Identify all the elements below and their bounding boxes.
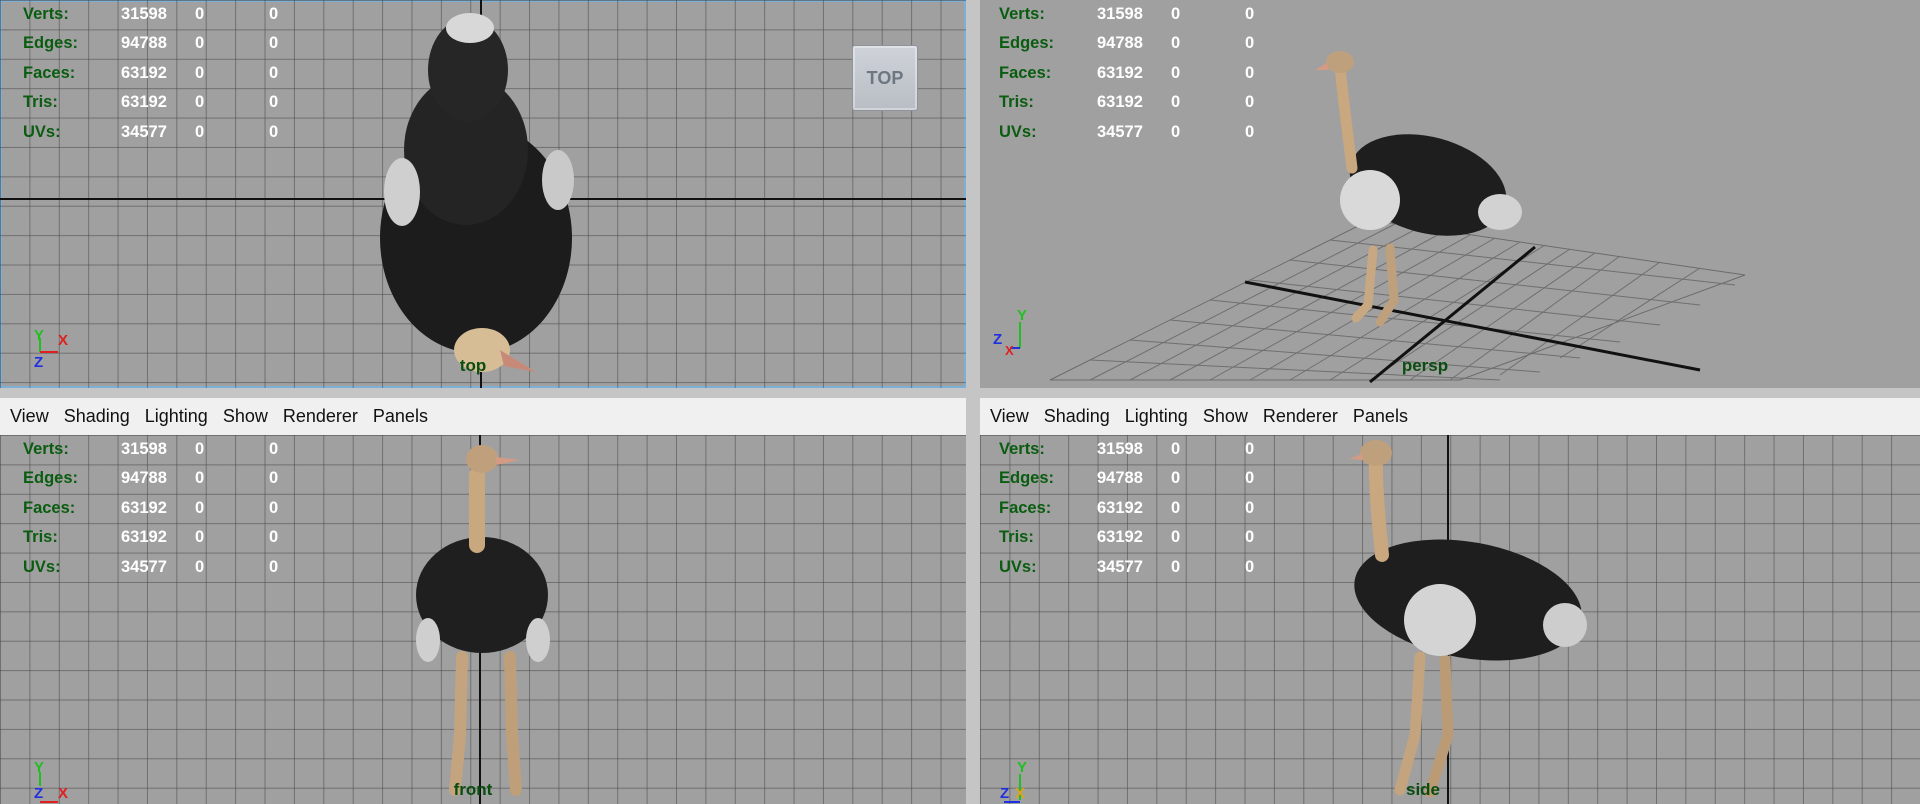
menu-view[interactable]: View [0,406,49,427]
hud-row-uvs: UVs: 34577 0 0 [999,557,1255,576]
panel-menu-bar: View Shading Lighting Show Renderer Pane… [980,398,1920,436]
poly-count-hud: Verts: 31598 0 0 Edges: 94788 0 0 Faces: 63192 0… [980,0,1285,147]
hud-row-verts: Verts: 31598 0 0 [999,440,1255,458]
menu-renderer[interactable]: Renderer [1253,406,1338,427]
camera-name-label: top [459,356,487,375]
viewport-top[interactable]: TOP Y X Z Verts: 31598 0 0 Edges: 94788 0 0 Fa… [0,0,966,388]
viewport-front[interactable]: Y Z X Verts: 31598 0 0 Edges: 94788 0 0 Faces:… [0,435,966,804]
gizmo-x-label: X [58,332,68,349]
poly-count-hud: Verts: 31598 0 0 Edges: 94788 0 0 Faces: 63192 0… [0,435,309,582]
hud-row-edges: Edges: 94788 0 0 [23,34,279,53]
hud-row-tris: Tris: 63192 0 0 [999,93,1255,112]
viewport-panel-persp[interactable]: Y Z X Verts: 31598 0 0 Edges: 94788 0 0 Faces:… [980,0,1920,388]
hud-row-faces: Faces: 63192 0 0 [23,63,279,82]
camera-name-label: front [453,780,493,799]
gizmo-y-label: Y [1017,308,1027,324]
hud-row-tris: Tris: 63192 0 0 [23,528,279,547]
menu-shading[interactable]: Shading [1034,406,1110,427]
panel-divider-horizontal[interactable] [0,388,1920,398]
camera-name-label: side [1405,780,1441,799]
gizmo-y-label: Y [34,328,44,344]
menu-show[interactable]: Show [1193,406,1248,427]
panel-menu-bar: View Shading Lighting Show Renderer Pane… [0,398,966,436]
hud-row-verts: Verts: 31598 0 0 [23,5,279,23]
viewcube[interactable]: TOP [852,45,918,111]
hud-row-verts: Verts: 31598 0 0 [999,5,1255,23]
hud-row-edges: Edges: 94788 0 0 [999,469,1255,488]
hud-row-faces: Faces: 63192 0 0 [999,498,1255,517]
gizmo-y-label: Y [1017,760,1027,776]
viewport-panel-side[interactable]: View Shading Lighting Show Renderer Pane… [980,398,1920,804]
viewport-side[interactable]: Y Z X Verts: 31598 0 0 Edges: 94788 0 0 Faces:… [980,435,1920,804]
hud-row-tris: Tris: 63192 0 0 [999,528,1255,547]
hud-row-faces: Faces: 63192 0 0 [23,498,279,517]
poly-count-hud: Verts: 31598 0 0 Edges: 94788 0 0 Faces: 63192 0… [980,435,1285,582]
menu-panels[interactable]: Panels [1343,406,1408,427]
hud-row-edges: Edges: 94788 0 0 [23,469,279,488]
menu-show[interactable]: Show [213,406,268,427]
viewport-panel-front[interactable]: View Shading Lighting Show Renderer Pane… [0,398,966,804]
viewport-panel-top[interactable]: TOP Y X Z Verts: 31598 0 0 Edges: 94788 0 0 Fa… [0,0,966,388]
axis-gizmo-icon: Y Z X [993,308,1027,358]
poly-count-hud: Verts: 31598 0 0 Edges: 94788 0 0 Faces: 63192 0… [0,0,309,147]
hud-row-edges: Edges: 94788 0 0 [999,34,1255,53]
camera-name-label: persp [1401,356,1449,375]
gizmo-y-label: Y [34,760,44,776]
panel-divider-vertical[interactable] [966,0,980,804]
menu-lighting[interactable]: Lighting [135,406,208,427]
viewcube-label: TOP [866,67,904,88]
menu-view[interactable]: View [980,406,1029,427]
menu-shading[interactable]: Shading [54,406,130,427]
viewport-persp[interactable]: Y Z X Verts: 31598 0 0 Edges: 94788 0 0 Faces:… [980,0,1920,388]
menu-lighting[interactable]: Lighting [1115,406,1188,427]
hud-row-verts: Verts: 31598 0 0 [23,440,279,458]
hud-row-uvs: UVs: 34577 0 0 [23,557,279,576]
menu-renderer[interactable]: Renderer [273,406,358,427]
hud-row-uvs: UVs: 34577 0 0 [999,122,1255,141]
hud-row-uvs: UVs: 34577 0 0 [23,122,279,141]
hud-row-faces: Faces: 63192 0 0 [999,63,1255,82]
menu-panels[interactable]: Panels [363,406,428,427]
gizmo-z-label: Z [993,331,1002,348]
hud-row-tris: Tris: 63192 0 0 [23,93,279,112]
